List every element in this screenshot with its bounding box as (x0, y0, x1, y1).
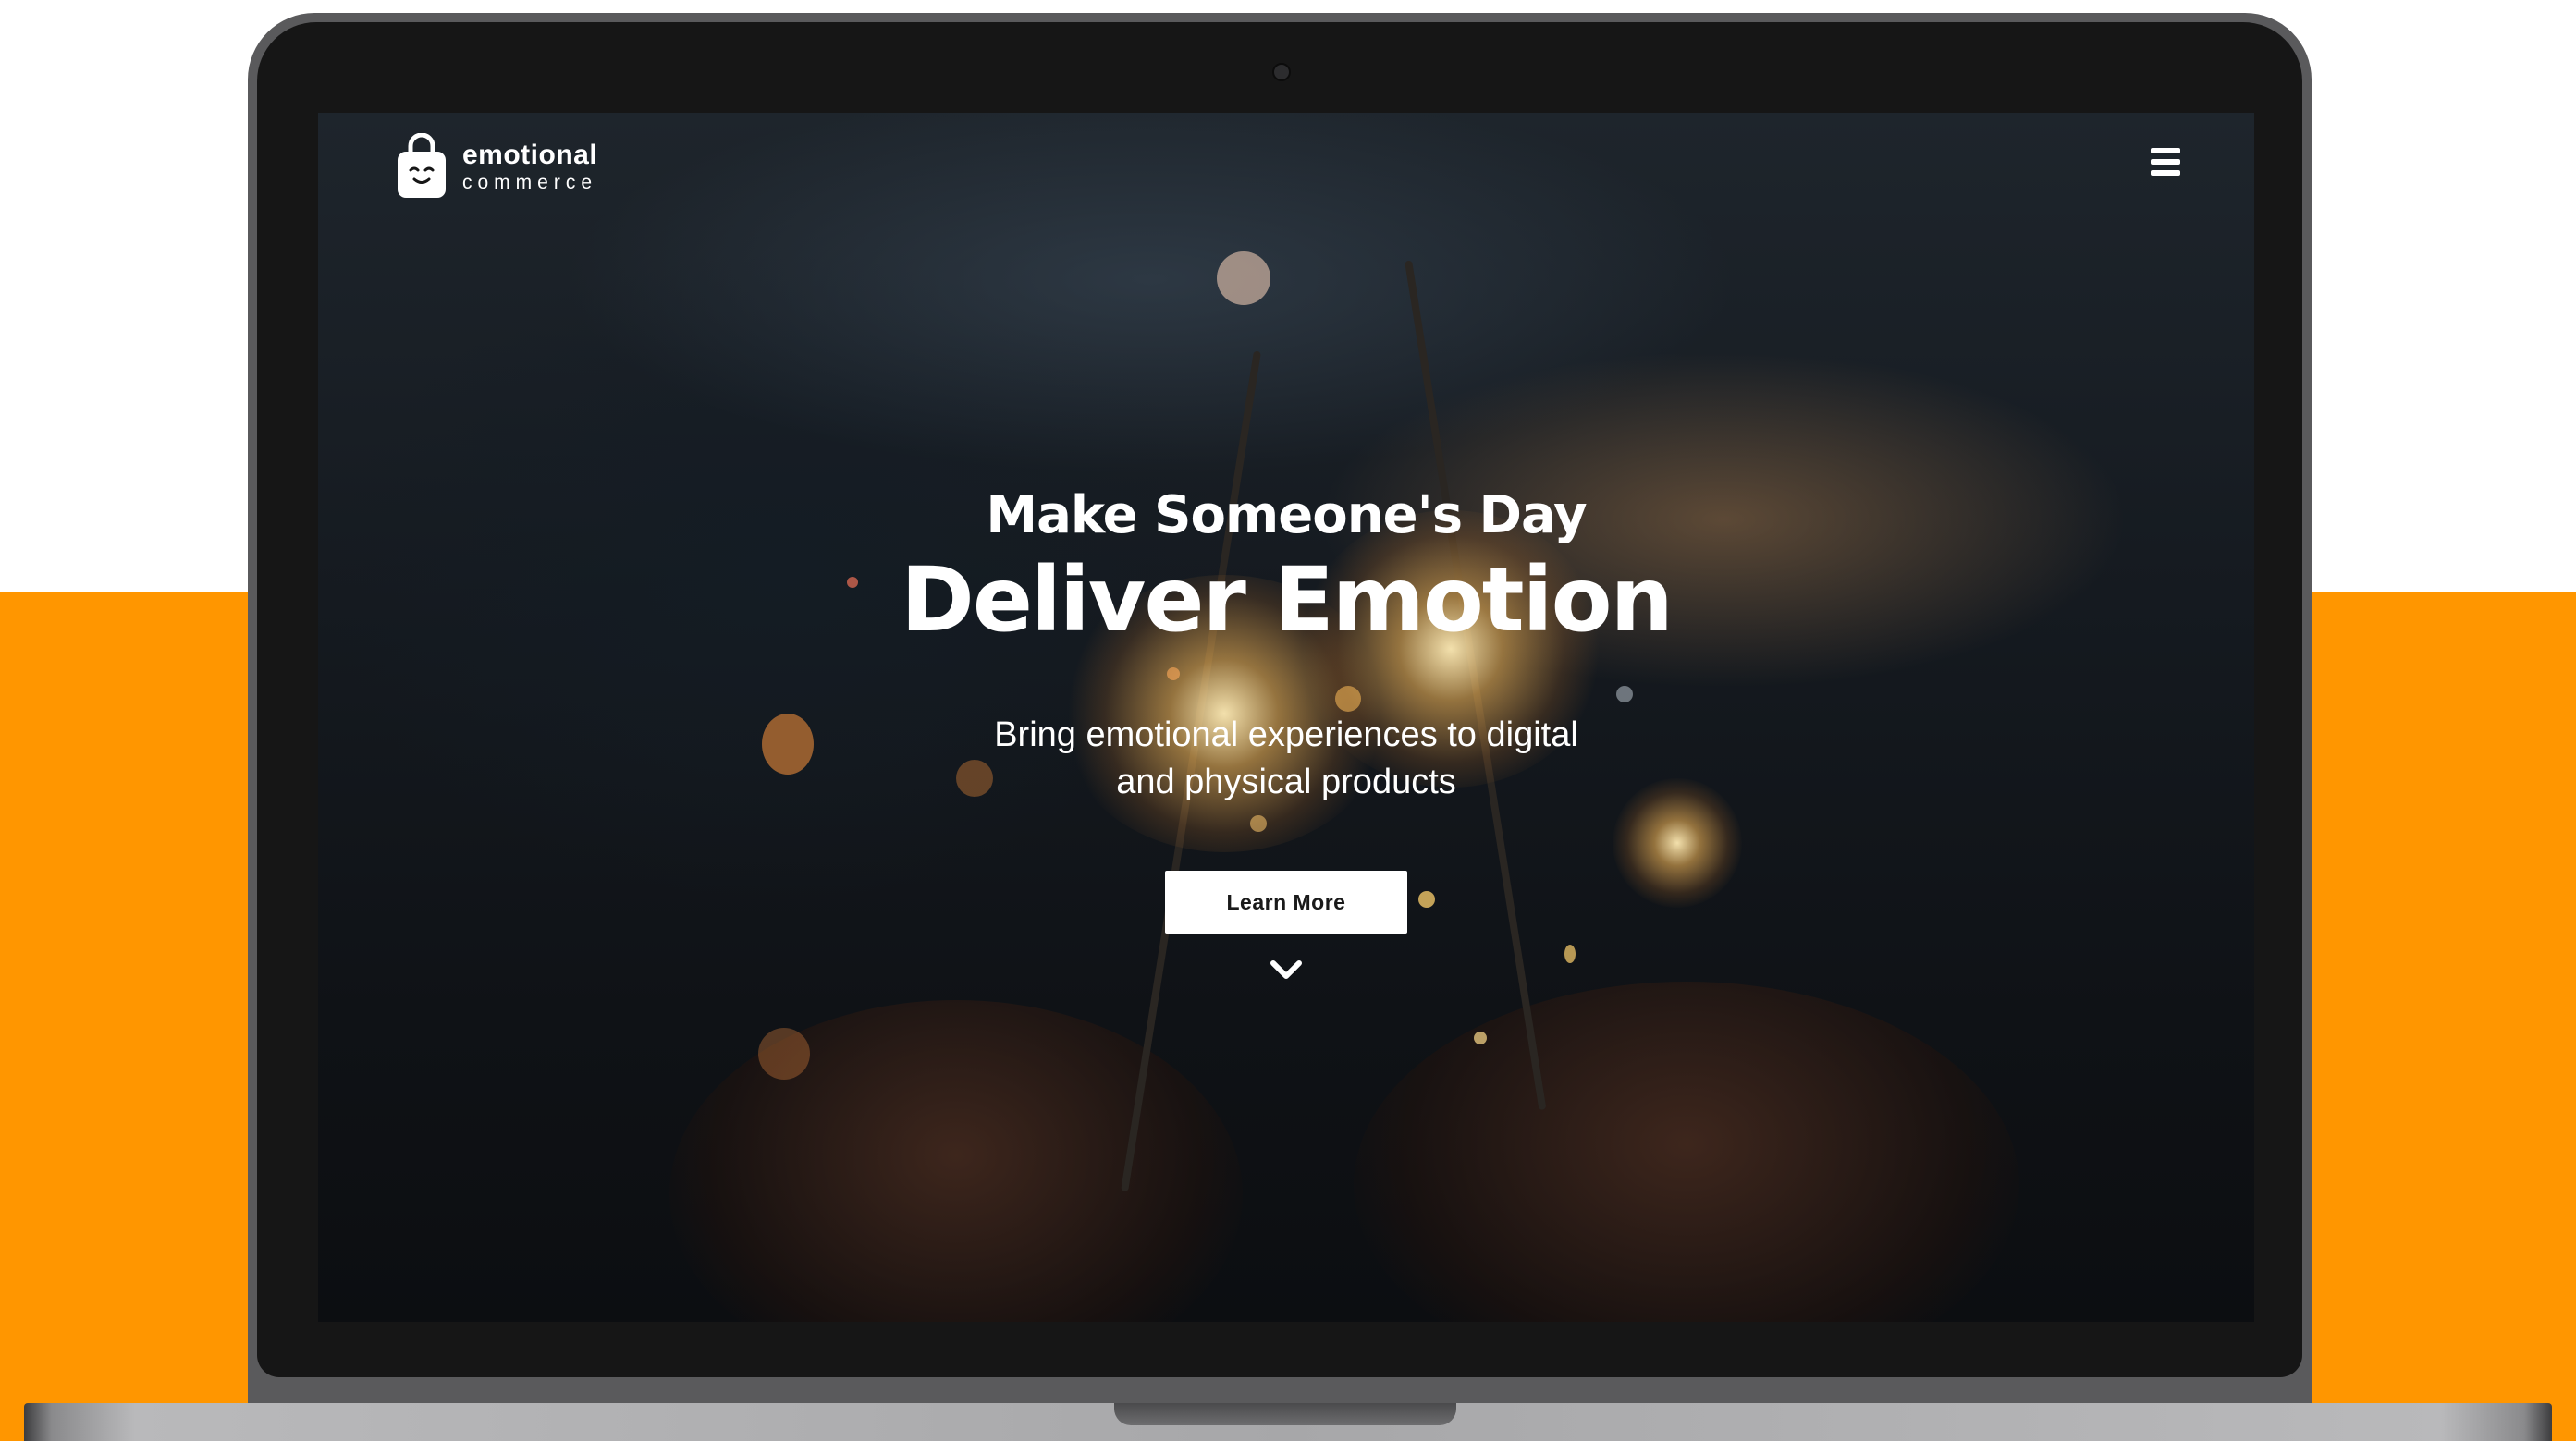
menu-bar (2151, 148, 2180, 153)
hero-subtitle: Bring emotional experiences to digital a… (318, 712, 2254, 806)
hero-title: Deliver Emotion (901, 548, 1674, 652)
brand-wordmark: emotional commerce (462, 139, 598, 193)
chevron-down-icon[interactable] (1266, 954, 1306, 985)
hero-kicker: Make Someone's Day (986, 485, 1587, 545)
right-hand-image (1354, 982, 2019, 1322)
bokeh-light (1616, 686, 1633, 702)
left-hand-image (669, 1000, 1243, 1322)
learn-more-button[interactable]: Learn More (1165, 871, 1407, 934)
brand-name-line2: commerce (462, 171, 598, 193)
bokeh-light (1418, 891, 1435, 908)
menu-bar (2151, 159, 2180, 165)
mockup-stage: emotional commerce Make Someone's Day De… (0, 0, 2576, 1441)
bokeh-light (1564, 945, 1576, 963)
shopping-bag-smile-icon (396, 132, 448, 200)
menu-bar (2151, 170, 2180, 176)
hamburger-menu-icon[interactable] (2145, 148, 2186, 183)
bokeh-light (1217, 251, 1270, 305)
laptop-base-notch (1114, 1403, 1456, 1425)
webcam (1272, 63, 1291, 81)
website-screen: emotional commerce Make Someone's Day De… (318, 113, 2254, 1322)
brand-name-line1: emotional (462, 139, 598, 170)
hero-subtitle-line1: Bring emotional experiences to digital (994, 715, 1578, 754)
brand-logo[interactable]: emotional commerce (396, 129, 597, 203)
hero-subtitle-line2: and physical products (1116, 763, 1456, 801)
